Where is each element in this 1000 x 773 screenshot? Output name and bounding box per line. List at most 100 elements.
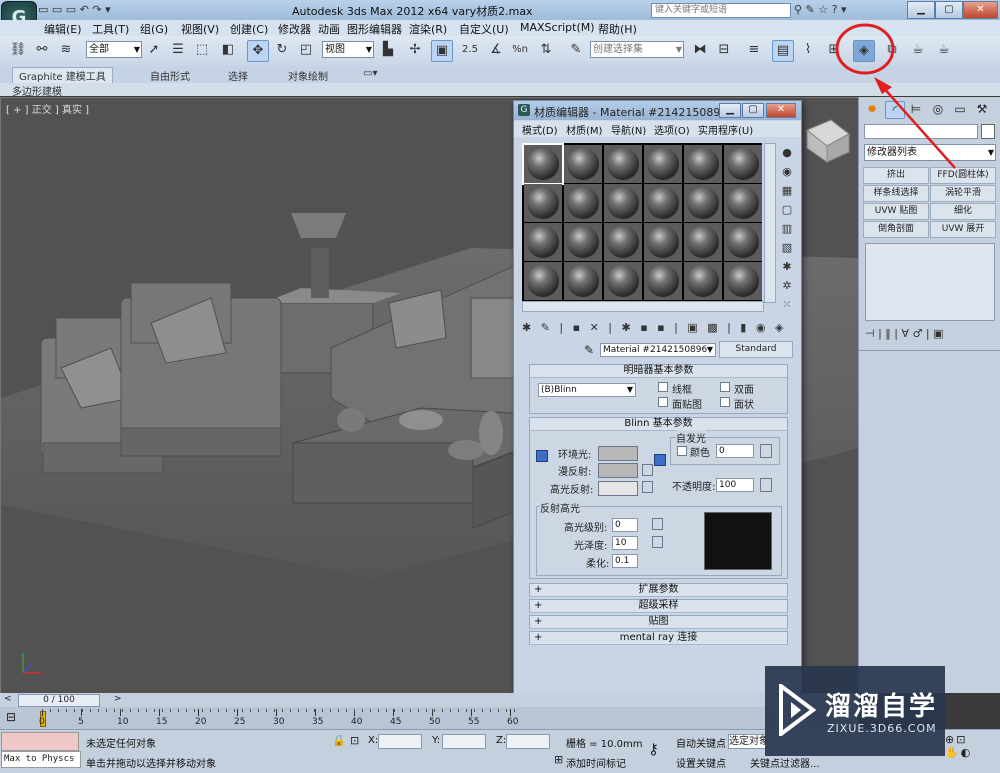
select-by-name-icon[interactable]: ☰ (168, 40, 188, 60)
material-sample-slot[interactable] (524, 262, 562, 300)
material-sample-slot[interactable] (604, 262, 642, 300)
menu-animation[interactable]: 动画 (318, 21, 340, 37)
matwin-minimize-button[interactable]: ▁ (719, 103, 741, 118)
time-next-icon[interactable]: > (114, 694, 122, 704)
menu-create[interactable]: 创建(C) (230, 21, 268, 37)
menu-tools[interactable]: 工具(T) (92, 21, 129, 37)
spec-level-field[interactable]: 0 (612, 518, 638, 532)
sample-side-tools[interactable]: ● ◉ ▦ ▢ ▥ ▧ ✱ ✲ ⁙ (778, 143, 796, 314)
tab-object-paint[interactable]: 对象绘制 (288, 68, 328, 83)
y-coord-field[interactable] (442, 734, 486, 749)
menu-views[interactable]: 视图(V) (181, 21, 219, 37)
extended-params-rollout[interactable]: + 扩展参数 (529, 583, 788, 597)
lock-diffuse-map-icon[interactable] (654, 454, 666, 466)
spinner-snap-icon[interactable]: ⇅ (536, 40, 556, 60)
key-filters-button[interactable]: 关键点过滤器... (750, 755, 820, 770)
material-editor-titlebar[interactable]: G 材质编辑器 - Material #2142150896 ▁ ▢ ✕ (514, 101, 801, 120)
shader-type-dropdown[interactable]: (B)Blinn ▼ (538, 383, 636, 397)
curve-editor-icon[interactable]: ⌇ (798, 40, 818, 60)
shader-rollout-header[interactable]: 明暗器基本参数 (530, 365, 787, 378)
set-key-icon[interactable]: ⚷ (648, 740, 659, 758)
modifier-button-tessellate[interactable]: 细化 (930, 203, 996, 220)
blinn-rollout-header[interactable]: Blinn 基本参数 (530, 418, 787, 431)
stack-controls[interactable]: ⊣ | ‖ | ∀ ♂ | ▣ (865, 327, 995, 340)
key-mode-dropdown[interactable]: 选定对象 (728, 734, 768, 749)
rectangle-selection-icon[interactable]: ⬚ (192, 40, 212, 60)
percent-snap-icon[interactable]: %n (510, 40, 530, 60)
search-input[interactable]: 键入关键字或短语 (651, 3, 791, 18)
maximize-button[interactable]: ▢ (935, 1, 963, 19)
material-sample-slot[interactable] (644, 262, 682, 300)
add-time-tag-button[interactable]: 添加时间标记 (566, 755, 626, 770)
modifier-button-spline-select[interactable]: 样条线选择 (863, 185, 929, 202)
material-sample-slot[interactable] (604, 184, 642, 222)
quick-access-toolbar[interactable]: ▭ ▭ ▭ ↶ ↷ ▾ (38, 3, 111, 16)
named-selection-dropdown[interactable]: 创建选择集 ▼ (590, 41, 684, 58)
material-sample-slot[interactable] (644, 184, 682, 222)
material-sample-slot[interactable] (684, 145, 722, 183)
material-sample-slot[interactable] (524, 184, 562, 222)
menu-maxscript[interactable]: MAXScript(M) (520, 21, 595, 34)
material-sample-slot[interactable] (644, 223, 682, 261)
menu-rendering[interactable]: 渲染(R) (409, 21, 447, 37)
pivot-center-icon[interactable]: ▙ (378, 40, 398, 60)
material-sample-slot[interactable] (522, 143, 564, 185)
modifier-button-turbosmooth[interactable]: 涡轮平滑 (930, 185, 996, 202)
snaps-toggle-icon[interactable]: 2.5 (460, 40, 480, 60)
polygon-modeling-panel[interactable]: 多边形建模 (12, 83, 62, 98)
maxscript-listener[interactable] (1, 732, 79, 751)
viewport-nav-controls[interactable]: ⊕⊡ ✋◐ (945, 733, 997, 759)
material-sample-slot[interactable] (724, 145, 762, 183)
edit-named-selection-icon[interactable]: ✎ (566, 40, 586, 60)
selection-lock-icon[interactable]: 🔒 (332, 734, 346, 747)
ribbon-options-icon[interactable]: ▭▾ (363, 68, 377, 79)
x-coord-field[interactable] (378, 734, 422, 749)
window-crossing-icon[interactable]: ◧ (218, 40, 238, 60)
lock-ambient-diffuse-icon[interactable] (536, 450, 548, 462)
material-editor-window[interactable]: G 材质编辑器 - Material #2142150896 ▁ ▢ ✕ 模式(… (513, 100, 802, 727)
time-slider-thumb[interactable]: 0 / 100 (18, 694, 100, 707)
matmenu-navigation[interactable]: 导航(N) (611, 122, 646, 137)
self-illum-color-checkbox[interactable] (677, 446, 687, 456)
two-sided-checkbox[interactable] (720, 382, 730, 392)
material-sample-slot[interactable] (604, 223, 642, 261)
material-sample-slot[interactable] (564, 145, 602, 183)
diffuse-color-swatch[interactable] (598, 463, 638, 478)
self-illum-value-field[interactable]: 0 (716, 444, 754, 458)
select-manipulate-icon[interactable]: ✢ (405, 40, 425, 60)
glossiness-map-button[interactable] (652, 536, 663, 548)
layer-manager-icon[interactable]: ≡ (744, 40, 764, 60)
material-sample-slot[interactable] (524, 223, 562, 261)
infocenter-icons[interactable]: ⚲ ✎ ☆ ? ▾ (794, 3, 846, 16)
material-type-button[interactable]: Standard (719, 341, 793, 358)
tab-selection[interactable]: 选择 (228, 68, 248, 83)
slots-vertical-scrollbar[interactable] (764, 143, 776, 303)
select-move-icon[interactable]: ✥ (247, 40, 269, 62)
menu-graph-editors[interactable]: 图形编辑器 (347, 21, 402, 37)
menu-help[interactable]: 帮助(H) (598, 21, 637, 37)
time-tag-icon[interactable]: ⊞ (554, 753, 563, 766)
menu-group[interactable]: 组(G) (140, 21, 168, 37)
time-prev-icon[interactable]: < (4, 694, 12, 704)
opacity-field[interactable]: 100 (716, 478, 754, 492)
faceted-checkbox[interactable] (720, 397, 730, 407)
link-icon[interactable]: ⛓ (8, 40, 28, 60)
unlink-icon[interactable]: ⚯ (32, 40, 52, 60)
angle-snap-icon[interactable]: ∡ (486, 40, 506, 60)
material-sample-slot[interactable] (644, 145, 682, 183)
soften-field[interactable]: 0.1 (612, 554, 638, 568)
matmenu-options[interactable]: 选项(O) (654, 122, 690, 137)
absolute-mode-icon[interactable]: ⊡ (350, 734, 359, 747)
specular-map-button[interactable] (642, 481, 653, 493)
material-name-field[interactable]: Material #2142150896 ▼ (600, 343, 716, 357)
spec-level-map-button[interactable] (652, 518, 663, 530)
matmenu-utilities[interactable]: 实用程序(U) (698, 122, 753, 137)
material-editor-toolbar[interactable]: ✱ ✎ | ▪ ✕ | ✱ ▪ ▪ | ▣ ▩ | ▮ ◉ ◈ (522, 321, 794, 334)
specular-color-swatch[interactable] (598, 481, 638, 496)
select-scale-icon[interactable]: ◰ (296, 40, 316, 60)
material-sample-slot[interactable] (564, 184, 602, 222)
glossiness-field[interactable]: 10 (612, 536, 638, 550)
ambient-color-swatch[interactable] (598, 446, 638, 461)
bind-spacewarp-icon[interactable]: ≋ (56, 40, 76, 60)
minimize-button[interactable]: ▁ (907, 1, 935, 19)
